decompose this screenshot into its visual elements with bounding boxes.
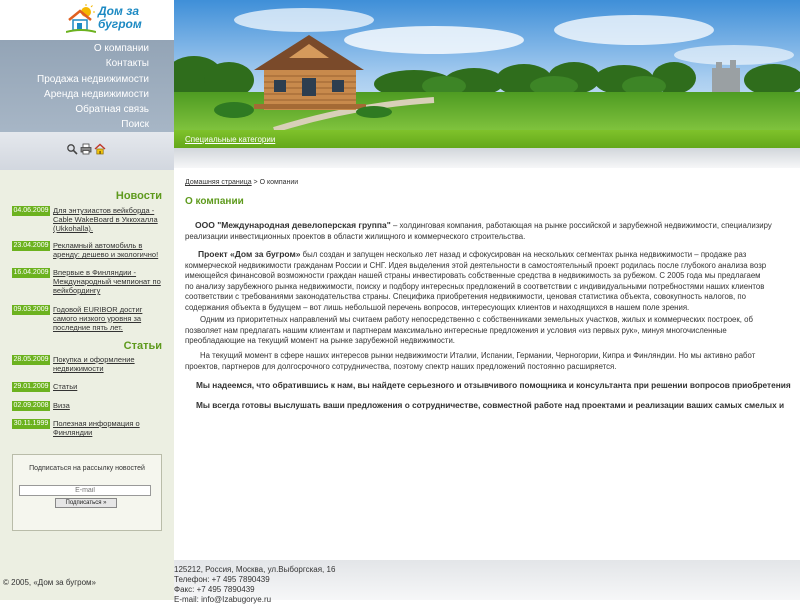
footer-address: 125212, Россия, Москва, ул.Выборгская, 1… xyxy=(174,565,336,574)
paragraph-text: имеющейся финансовой возможности граждан… xyxy=(185,271,761,280)
news-link[interactable]: Рекламный автомобиль в аренду: дешево и … xyxy=(53,241,167,259)
news-date: 16.04.2009 xyxy=(12,268,50,278)
paragraph-text: содержания объекта в будущем – вот лишь … xyxy=(185,302,690,312)
breadcrumb-current: О компании xyxy=(259,179,299,186)
paragraph: ООО "Международная девелоперская группа"… xyxy=(185,220,800,242)
footer-email[interactable]: E-mail: info@Izabugorye.ru xyxy=(174,595,335,605)
paragraph-text: Одним из приоритетных направлений мы счи… xyxy=(200,315,753,324)
company-name: ООО "Международная девелоперская группа" xyxy=(195,220,391,230)
news-item[interactable]: 16.04.2009 Впервые в Финляндии - Междуна… xyxy=(12,268,167,295)
article-date: 02.09.2008 xyxy=(12,401,50,411)
paragraph-text: коммерческой недвижимости гражданам Росс… xyxy=(185,260,767,270)
special-categories-link[interactable]: Специальные категории xyxy=(185,135,275,144)
paragraph-text: проектов, партнеров для долгосрочного со… xyxy=(185,361,617,371)
print-icon[interactable] xyxy=(80,143,92,155)
email-field[interactable] xyxy=(19,485,151,496)
article-item[interactable]: 02.09.2008 Виза xyxy=(12,401,164,413)
news-title: Новости xyxy=(115,190,162,202)
footer-contacts: 125212, Россия, Москва, ул.Выборгская, 1… xyxy=(174,565,335,605)
nav-feedback[interactable]: Обратная связь xyxy=(0,102,174,117)
nav-contacts[interactable]: Контакты xyxy=(0,56,174,71)
subscribe-title: Подписаться на рассылку новостей xyxy=(29,465,145,472)
nav-sale[interactable]: Продажа недвижимости xyxy=(0,72,174,87)
paragraph: Проект «Дом за бугром» был создан и запу… xyxy=(185,249,800,313)
hero-banner-image xyxy=(174,0,800,130)
main-nav: О компании Контакты Продажа недвижимости… xyxy=(0,40,174,132)
paragraph-text: был создан и запущен несколько лет назад… xyxy=(300,250,747,259)
home-icon[interactable] xyxy=(94,143,106,155)
news-item[interactable]: 09.03.2009 Годовой EURIBOR достиг самого… xyxy=(12,305,167,332)
article-link[interactable]: Статьи xyxy=(53,382,167,391)
paragraph-bold: Мы надеемся, что обратившись к нам, вы н… xyxy=(196,380,791,390)
logo[interactable]: Дом за бугром xyxy=(0,0,174,40)
search-icon[interactable] xyxy=(66,143,78,155)
paragraph-text: реализации инвестиционных проектов в обл… xyxy=(185,231,526,241)
paragraph-text: – холдинговая компания, работающая на ры… xyxy=(390,221,772,230)
sidebar-content: Новости 04.06.2009 Для энтузиастов вейкб… xyxy=(0,170,174,560)
article-date: 29.01.2009 xyxy=(12,382,50,392)
nav-about[interactable]: О компании xyxy=(0,41,174,56)
main-content: ООО "Международная девелоперская группа"… xyxy=(185,220,800,520)
project-name: Проект «Дом за бугром» xyxy=(198,249,301,259)
copyright: © 2005, «Дом за бугром» xyxy=(3,578,96,587)
news-date: 23.04.2009 xyxy=(12,241,50,251)
article-link[interactable]: Полезная информация о Финляндии xyxy=(53,419,167,437)
logo-text: Дом за бугром xyxy=(98,4,142,31)
paragraph-text: преобладающие на текущий момент на рынке… xyxy=(185,336,455,345)
article-item[interactable]: 28.05.2009 Покупка и оформление недвижим… xyxy=(12,355,164,375)
article-date: 28.05.2009 xyxy=(12,355,50,365)
paragraph-text: позволяет нам предлагать нашим клиентам … xyxy=(185,325,727,335)
footer-phone: Телефон: +7 495 7890439 xyxy=(174,575,270,584)
news-date: 04.06.2009 xyxy=(12,206,50,216)
house-logo-icon xyxy=(66,4,96,33)
paragraph-text: по анализу зарубежного рынка недвижимост… xyxy=(185,281,765,291)
article-item[interactable]: 30.11.1999 Полезная информация о Финлянд… xyxy=(12,419,164,439)
divider-strip xyxy=(174,148,800,168)
article-link[interactable]: Покупка и оформление недвижимости xyxy=(53,355,167,373)
nav-rent[interactable]: Аренда недвижимости xyxy=(0,87,174,102)
subscribe-box: Подписаться на рассылку новостей Подписа… xyxy=(12,454,162,531)
article-link[interactable]: Виза xyxy=(53,401,167,410)
news-item[interactable]: 23.04.2009 Рекламный автомобиль в аренду… xyxy=(12,241,164,261)
news-link[interactable]: Годовой EURIBOR достиг самого низкого ур… xyxy=(53,305,167,332)
news-link[interactable]: Впервые в Финляндии - Международный чемп… xyxy=(53,268,167,295)
tool-bar xyxy=(0,132,174,170)
news-item[interactable]: 04.06.2009 Для энтузиастов вейкборда - C… xyxy=(12,206,167,233)
paragraph: Одним из приоритетных направлений мы счи… xyxy=(185,315,800,347)
paragraph-bold: Мы всегда готовы выслушать ваши предложе… xyxy=(196,400,785,410)
footer-fax: Факс: +7 495 7890439 xyxy=(174,585,255,594)
paragraph-text: соответствии с требованиями законодатель… xyxy=(185,292,746,301)
paragraph: На текущий момент в сфере наших интересо… xyxy=(185,351,800,372)
paragraph-text: На текущий момент в сфере наших интересо… xyxy=(200,351,756,360)
page-title: О компании xyxy=(185,196,244,207)
subscribe-button[interactable]: Подписаться » xyxy=(55,498,117,508)
articles-title: Статьи xyxy=(123,340,162,352)
breadcrumb: Домашняя страница > О компании xyxy=(185,179,298,186)
nav-search[interactable]: Поиск xyxy=(0,117,174,132)
breadcrumb-separator: > xyxy=(251,179,260,186)
categories-bar: Специальные категории xyxy=(174,130,800,148)
article-date: 30.11.1999 xyxy=(12,419,50,429)
article-item[interactable]: 29.01.2009 Статьи xyxy=(12,382,164,394)
news-date: 09.03.2009 xyxy=(12,305,50,315)
news-link[interactable]: Для энтузиастов вейкборда - Cable WakeBo… xyxy=(53,206,167,233)
breadcrumb-home-link[interactable]: Домашняя страница xyxy=(185,179,252,186)
